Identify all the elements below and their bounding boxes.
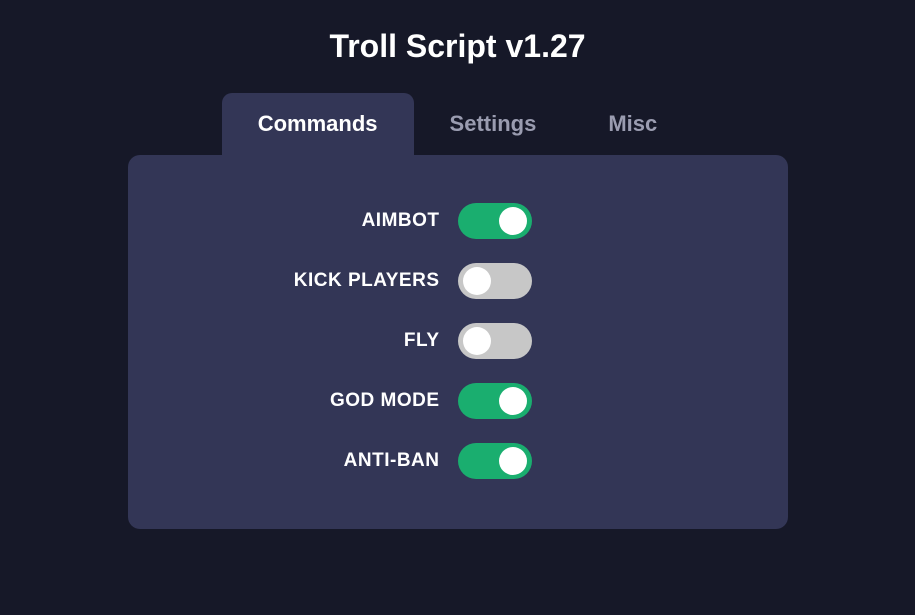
toggle-kick-players[interactable] [458,263,532,299]
tab-misc[interactable]: Misc [572,93,693,155]
toggle-anti-ban[interactable] [458,443,532,479]
command-row-fly: FLY [168,323,748,359]
command-row-kick-players: KICK PLAYERS [168,263,748,299]
command-row-god-mode: GOD MODE [168,383,748,419]
tab-commands[interactable]: Commands [222,93,414,155]
toggle-fly[interactable] [458,323,532,359]
toggle-god-mode[interactable] [458,383,532,419]
page-title: Troll Script v1.27 [329,28,585,65]
command-label: GOD MODE [220,390,440,412]
command-row-aimbot: AIMBOT [168,203,748,239]
tabs: Commands Settings Misc [222,93,694,155]
command-label: FLY [220,330,440,352]
toggle-knob [499,207,527,235]
toggle-knob [499,447,527,475]
command-label: ANTI-BAN [220,450,440,472]
commands-panel: AIMBOT KICK PLAYERS FLY GOD MODE ANTI-BA… [128,155,788,529]
command-label: KICK PLAYERS [220,270,440,292]
command-label: AIMBOT [220,210,440,232]
toggle-knob [463,327,491,355]
toggle-aimbot[interactable] [458,203,532,239]
toggle-knob [463,267,491,295]
toggle-knob [499,387,527,415]
tab-settings[interactable]: Settings [414,93,573,155]
command-row-anti-ban: ANTI-BAN [168,443,748,479]
